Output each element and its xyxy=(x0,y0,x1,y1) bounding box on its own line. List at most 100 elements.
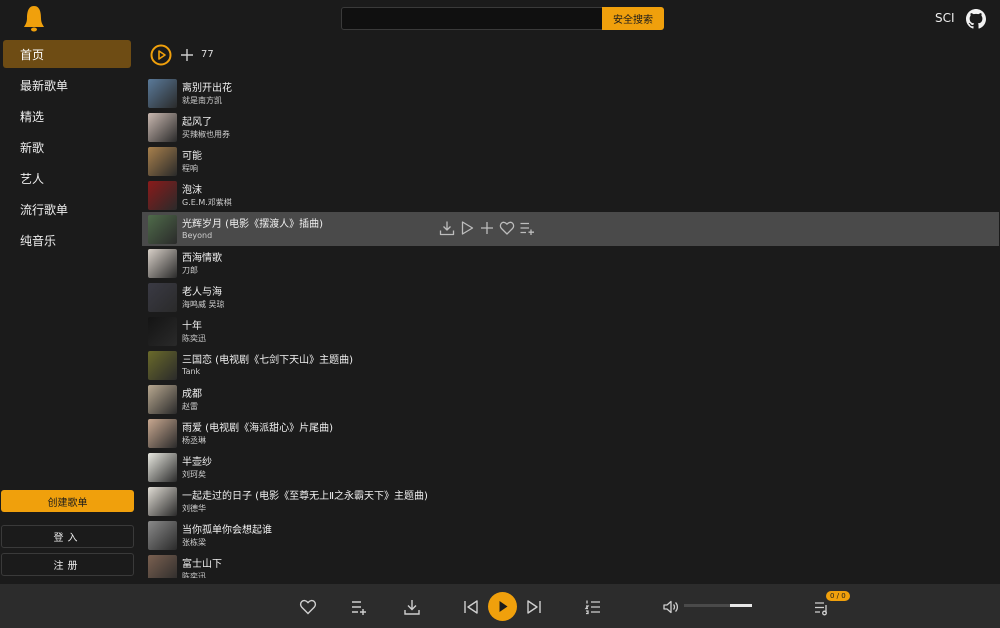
song-row[interactable]: 可能 程响 xyxy=(142,144,999,178)
song-cover xyxy=(148,351,177,380)
create-playlist-button[interactable]: 创建歌单 xyxy=(1,490,134,512)
song-title[interactable]: 十年 xyxy=(182,317,202,332)
sidebar-item-popular-playlists[interactable]: 流行歌单 xyxy=(3,195,131,223)
song-row[interactable]: 一起走过的日子 (电影《至尊无上Ⅱ之永霸天下》主题曲) 刘德华 xyxy=(142,484,999,518)
song-row[interactable]: 半壶纱 刘珂矣 xyxy=(142,450,999,484)
song-artist[interactable]: 刀郎 xyxy=(182,265,198,276)
volume-icon[interactable] xyxy=(662,598,680,616)
play-queue-icon[interactable] xyxy=(813,599,831,617)
download-icon[interactable] xyxy=(439,220,455,236)
song-artist[interactable]: 海鸣威 吴琼 xyxy=(182,299,225,310)
song-row[interactable]: 富士山下 陈奕迅 xyxy=(142,552,999,578)
song-row[interactable]: 十年 陈奕迅 xyxy=(142,314,999,348)
sidebar-item-latest-playlists[interactable]: 最新歌单 xyxy=(3,71,131,99)
play-all-icon[interactable] xyxy=(150,44,172,66)
search-button[interactable]: 安全搜索 xyxy=(602,7,664,30)
play-icon[interactable] xyxy=(459,220,475,236)
sidebar-item-new-songs[interactable]: 新歌 xyxy=(3,133,131,161)
song-title[interactable]: 光辉岁月 (电影《摆渡人》插曲) xyxy=(182,215,323,230)
playlist-order-icon[interactable] xyxy=(584,598,602,616)
song-cover xyxy=(148,317,177,346)
player-bar: 0 / 0 xyxy=(0,584,1000,628)
song-row[interactable]: 西海情歌 刀郎 xyxy=(142,246,999,280)
add-to-queue-icon[interactable] xyxy=(350,598,368,616)
song-title[interactable]: 成都 xyxy=(182,385,202,400)
song-cover xyxy=(148,385,177,414)
song-artist[interactable]: 杨丞琳 xyxy=(182,435,206,446)
song-artist[interactable]: 张栋梁 xyxy=(182,537,206,548)
song-artist[interactable]: 陈奕迅 xyxy=(182,571,206,578)
sidebar-item-pure-music[interactable]: 纯音乐 xyxy=(3,226,131,254)
heart-icon[interactable] xyxy=(499,220,515,236)
song-row[interactable]: 泡沫 G.E.M.邓紫棋 xyxy=(142,178,999,212)
download-icon[interactable] xyxy=(403,598,421,616)
song-row[interactable]: 老人与海 海鸣威 吴琼 xyxy=(142,280,999,314)
volume-level xyxy=(730,604,752,607)
song-row[interactable]: 当你孤单你会想起谁 张栋梁 xyxy=(142,518,999,552)
github-icon[interactable] xyxy=(966,9,986,29)
song-title[interactable]: 雨爱 (电视剧《海派甜心》片尾曲) xyxy=(182,419,333,434)
song-artist[interactable]: 刘德华 xyxy=(182,503,206,514)
song-title[interactable]: 一起走过的日子 (电影《至尊无上Ⅱ之永霸天下》主题曲) xyxy=(182,487,428,502)
song-title[interactable]: 半壶纱 xyxy=(182,453,212,468)
song-cover xyxy=(148,79,177,108)
add-all-icon[interactable] xyxy=(181,49,193,61)
song-artist[interactable]: 刘珂矣 xyxy=(182,469,206,480)
add-to-queue-icon[interactable] xyxy=(519,220,535,236)
song-list: 离别开出花 就是南方凯 起风了 买辣椒也用券 可能 程响 泡沫 G.E.M.邓紫棋 光辉岁月 (… xyxy=(142,76,999,578)
song-cover xyxy=(148,249,177,278)
next-track-icon[interactable] xyxy=(525,598,543,616)
song-row[interactable]: 离别开出花 就是南方凯 xyxy=(142,76,999,110)
song-title[interactable]: 三国恋 (电视剧《七剑下天山》主题曲) xyxy=(182,351,353,366)
bell-logo-icon[interactable] xyxy=(22,5,46,33)
song-artist[interactable]: 程响 xyxy=(182,163,198,174)
user-name[interactable]: SCI xyxy=(935,11,955,25)
header: 安全搜索 SCI xyxy=(0,0,1000,38)
song-row[interactable]: 光辉岁月 (电影《摆渡人》插曲) Beyond xyxy=(142,212,999,246)
search-input[interactable] xyxy=(342,8,602,29)
song-cover xyxy=(148,555,177,578)
play-icon xyxy=(499,601,508,612)
song-row[interactable]: 起风了 买辣椒也用券 xyxy=(142,110,999,144)
song-title[interactable]: 起风了 xyxy=(182,113,212,128)
register-button[interactable]: 注册 xyxy=(1,553,134,576)
song-cover xyxy=(148,283,177,312)
song-cover xyxy=(148,181,177,210)
play-button[interactable] xyxy=(488,592,517,621)
add-icon[interactable] xyxy=(479,220,495,236)
song-artist[interactable]: 陈奕迅 xyxy=(182,333,206,344)
song-row[interactable]: 三国恋 (电视剧《七剑下天山》主题曲) Tank xyxy=(142,348,999,382)
song-title[interactable]: 西海情歌 xyxy=(182,249,222,264)
song-artist[interactable]: Tank xyxy=(182,367,200,376)
song-cover xyxy=(148,215,177,244)
song-cover xyxy=(148,147,177,176)
song-row[interactable]: 雨爱 (电视剧《海派甜心》片尾曲) 杨丞琳 xyxy=(142,416,999,450)
song-title[interactable]: 泡沫 xyxy=(182,181,202,196)
song-title[interactable]: 老人与海 xyxy=(182,283,222,298)
song-cover xyxy=(148,113,177,142)
volume-slider[interactable] xyxy=(684,604,752,607)
song-row[interactable]: 成都 赵雷 xyxy=(142,382,999,416)
song-artist[interactable]: 就是南方凯 xyxy=(182,95,222,106)
sidebar-item-featured[interactable]: 精选 xyxy=(3,102,131,130)
previous-track-icon[interactable] xyxy=(462,598,480,616)
song-artist[interactable]: G.E.M.邓紫棋 xyxy=(182,197,232,208)
song-artist[interactable]: 赵雷 xyxy=(182,401,198,412)
song-artist[interactable]: 买辣椒也用券 xyxy=(182,129,230,140)
song-cover xyxy=(148,487,177,516)
sidebar-item-artists[interactable]: 艺人 xyxy=(3,164,131,192)
song-title[interactable]: 可能 xyxy=(182,147,202,162)
song-count: 77 xyxy=(201,49,214,60)
song-title[interactable]: 当你孤单你会想起谁 xyxy=(182,521,272,536)
heart-icon[interactable] xyxy=(299,598,317,616)
search-box: 安全搜索 xyxy=(341,7,664,30)
song-cover xyxy=(148,453,177,482)
queue-count-badge: 0 / 0 xyxy=(826,591,850,601)
song-artist[interactable]: Beyond xyxy=(182,231,212,240)
sidebar-item-home[interactable]: 首页 xyxy=(3,40,131,68)
song-title[interactable]: 富士山下 xyxy=(182,555,222,570)
song-title[interactable]: 离别开出花 xyxy=(182,79,232,94)
sidebar: 首页 最新歌单 精选 新歌 艺人 流行歌单 纯音乐 创建歌单 登入 注册 xyxy=(0,38,140,584)
login-button[interactable]: 登入 xyxy=(1,525,134,548)
song-row-actions xyxy=(439,220,535,238)
